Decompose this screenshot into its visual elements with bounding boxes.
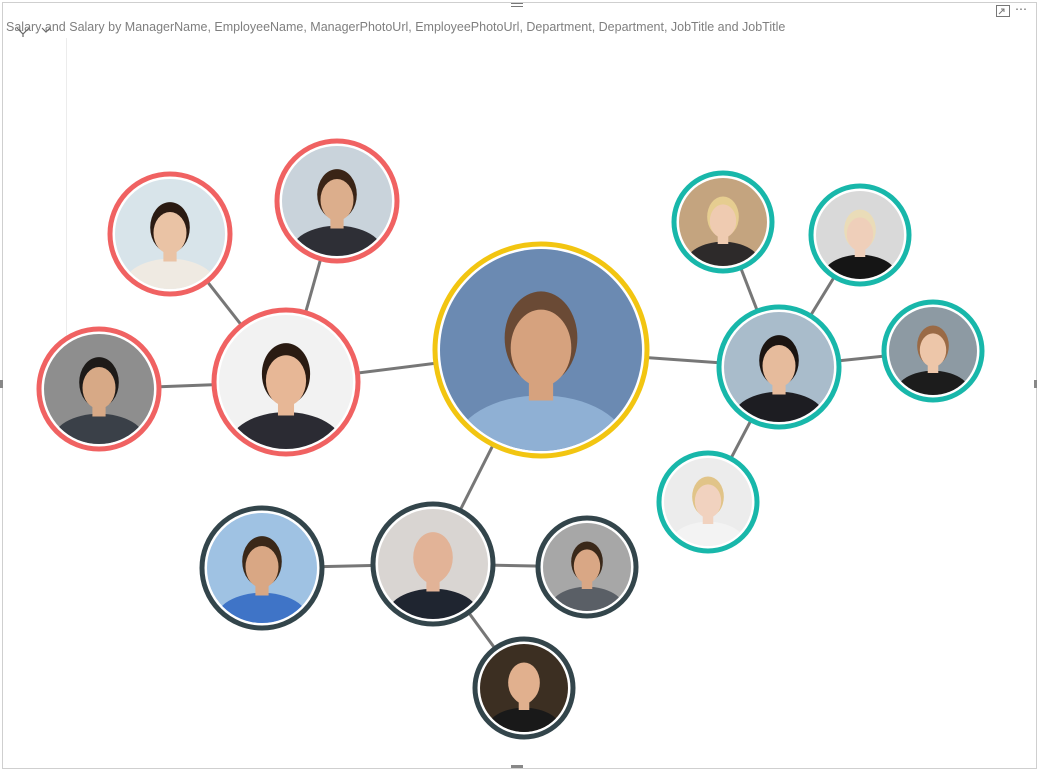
node-red-emp-man-left[interactable] [36,326,162,469]
avatar [440,249,642,451]
node-ceo[interactable] [432,241,650,496]
node-dark-emp-right[interactable] [535,515,639,631]
node-red-emp-man-top[interactable] [274,138,400,281]
node-dark-emp-bottom[interactable] [472,636,576,752]
node-teal-emp-4[interactable] [656,450,760,566]
org-network-graph [36,138,985,752]
node-dark-emp-left[interactable] [199,505,325,648]
node-red-emp-woman[interactable] [107,171,233,314]
node-red-manager[interactable] [211,307,361,479]
node-teal-emp-3[interactable] [881,299,985,415]
node-teal-emp-2[interactable] [808,183,912,299]
node-teal-manager[interactable] [716,304,842,447]
node-teal-emp-1[interactable] [671,170,775,286]
